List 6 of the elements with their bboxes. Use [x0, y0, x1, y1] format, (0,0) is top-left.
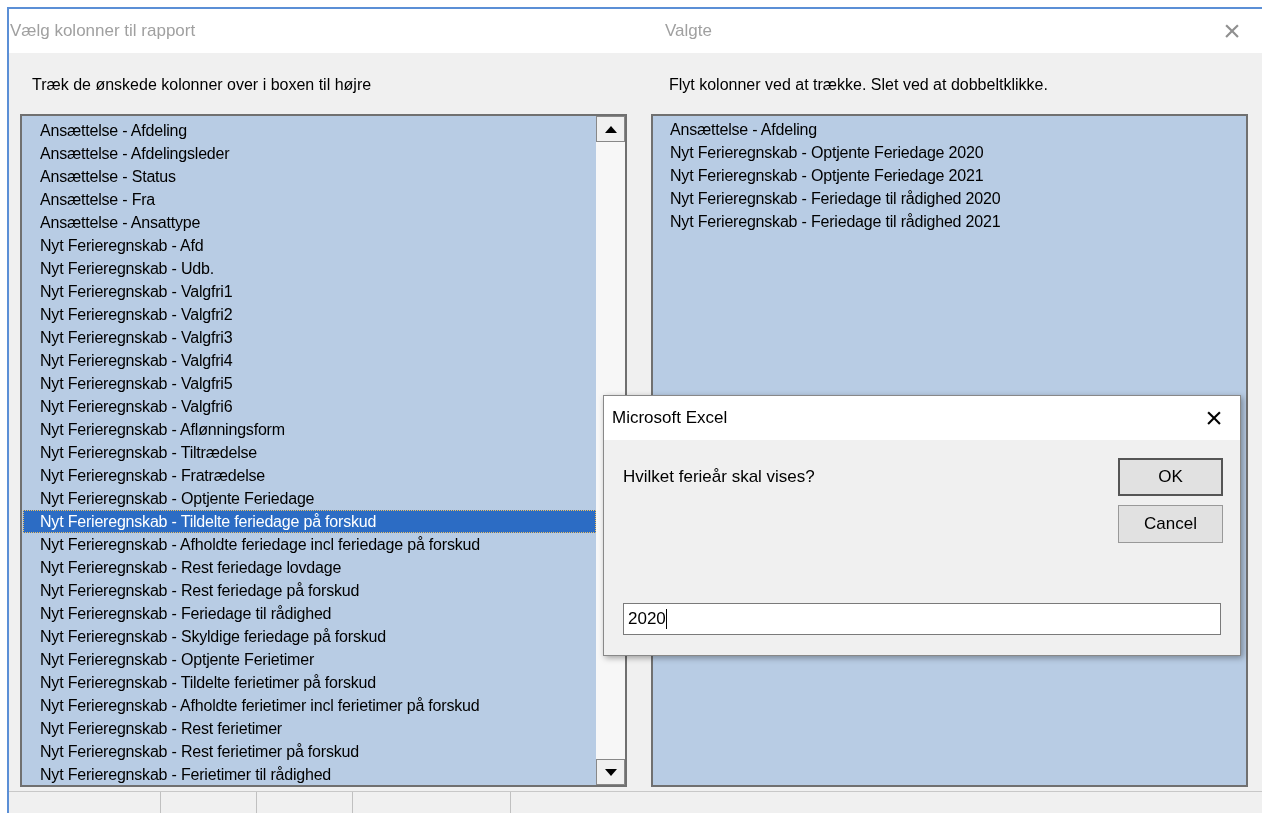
instruction-text: Træk de ønskede kolonner over i boxen til højre — [32, 75, 373, 95]
dialog-message: Hvilket ferieår skal vises? — [623, 466, 816, 488]
window-title: Vælg kolonner til rapport — [10, 20, 197, 43]
instruction-text: Flyt kolonner ved at trække. Slet ved at dobbeltklikke. — [669, 75, 1049, 95]
selected-panel-title: Valgte — [665, 20, 713, 43]
dialog-title: Microsoft Excel — [612, 407, 728, 430]
